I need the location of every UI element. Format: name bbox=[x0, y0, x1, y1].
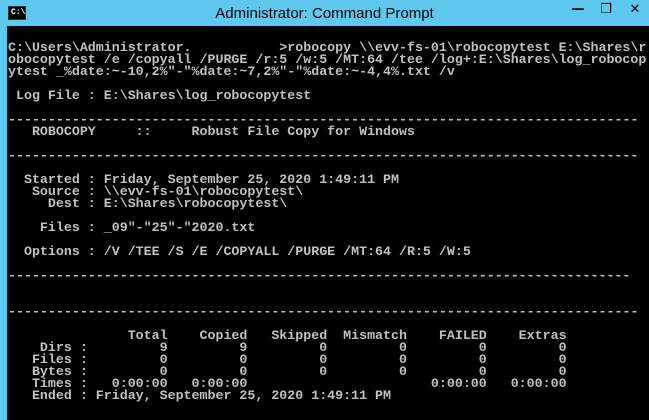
console-line: ----------------------------------------… bbox=[8, 304, 639, 319]
console-line: ytest _%date:~-10,2%"-"%date:~7,2%"-"%da… bbox=[8, 64, 455, 79]
console-output[interactable]: C:\Users\Administrator. >robocopy \\evv-… bbox=[7, 26, 649, 420]
console-line: ----------------------------------------… bbox=[8, 148, 639, 163]
console-line: ROBOCOPY :: Robust File Copy for Windows bbox=[8, 124, 415, 139]
close-button[interactable]: ✕ bbox=[621, 0, 649, 20]
minimize-button[interactable]: — bbox=[565, 0, 591, 20]
window-title: Administrator: Command Prompt bbox=[215, 5, 434, 22]
console-line: Options : /V /TEE /S /E /COPYALL /PURGE … bbox=[8, 244, 471, 259]
console-line: Log File : E:\Shares\log_robocopytest bbox=[8, 88, 312, 103]
console-text: C:\Users\Administrator. >robocopy \\evv-… bbox=[8, 41, 646, 403]
console-line: Dest : E:\Shares\robocopytest\ bbox=[8, 196, 288, 211]
console-line: Files : _09"-"25"-"2020.txt bbox=[8, 220, 256, 235]
title-bar: C:\ Administrator: Command Prompt — ❐ ✕ bbox=[0, 0, 649, 26]
console-line: Ended : Friday, September 25, 2020 1:49:… bbox=[8, 388, 392, 403]
maximize-button[interactable]: ❐ bbox=[593, 0, 619, 20]
console-line: ----------------------------------------… bbox=[8, 268, 631, 283]
